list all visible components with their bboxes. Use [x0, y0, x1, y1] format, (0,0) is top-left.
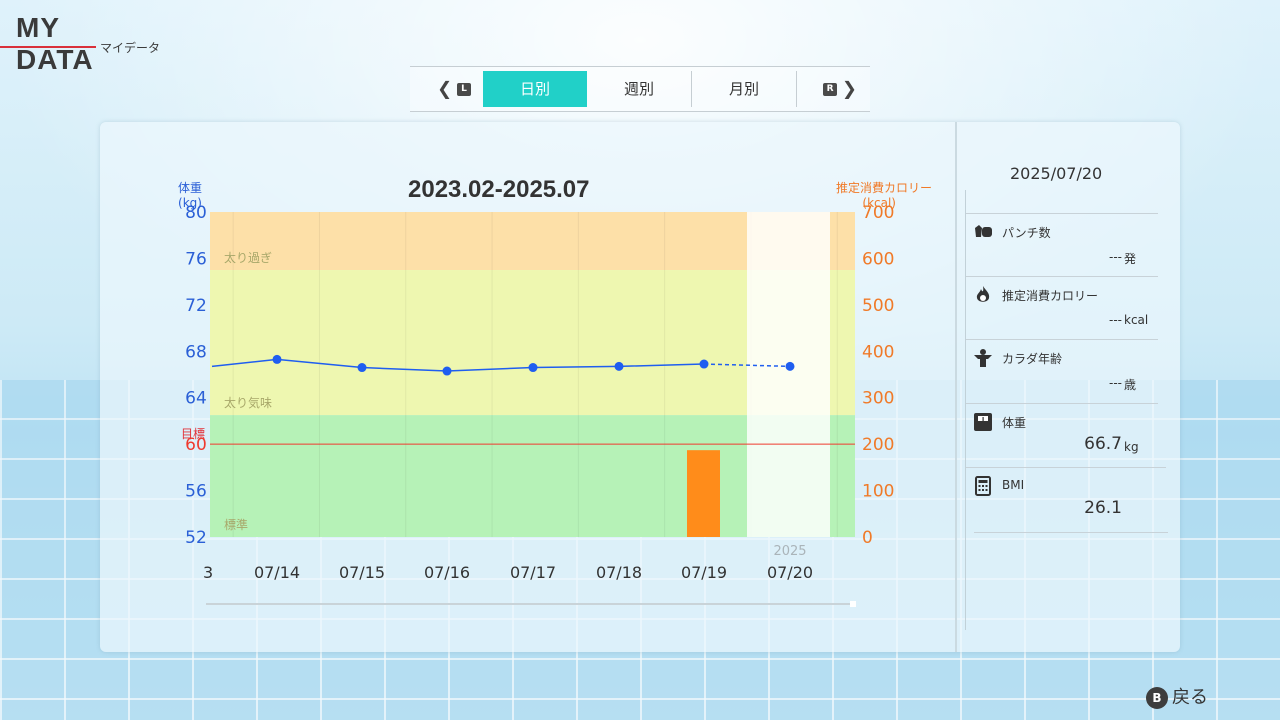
year-label: 2025	[773, 544, 806, 559]
x-axis-tick: 07/14	[254, 563, 300, 582]
x-axis-tick: 07/18	[596, 563, 642, 582]
left-axis-tick: 52	[185, 528, 207, 548]
info-unit: 歳	[1124, 378, 1137, 392]
body-age-icon	[974, 349, 992, 367]
right-axis-tick: 0	[862, 528, 873, 548]
left-axis-tick: 64	[185, 389, 207, 409]
weight-point	[614, 361, 624, 371]
left-axis-tick: 76	[185, 249, 207, 269]
x-axis-tick: 3	[203, 563, 213, 582]
calculator-icon	[975, 476, 991, 496]
flame-icon	[976, 286, 990, 302]
info-value: ---	[1109, 313, 1122, 327]
info-unit: kg	[1124, 440, 1139, 454]
info-value: 66.7	[1084, 434, 1122, 454]
x-axis-tick: 07/15	[339, 563, 385, 582]
info-value: ---	[1109, 376, 1122, 390]
zone-label: 太り気味	[224, 395, 272, 410]
x-axis-tick: 07/17	[510, 563, 556, 582]
info-unit: 発	[1124, 252, 1137, 266]
info-row-body-age: カラダ年齢 --- 歳	[966, 339, 1158, 402]
info-label: パンチ数	[1002, 226, 1051, 240]
x-axis-tick: 07/19	[681, 563, 727, 582]
back-label: 戻る	[1172, 687, 1208, 708]
chart-scrollbar[interactable]	[206, 601, 856, 607]
right-axis-tick: 300	[862, 389, 894, 409]
right-axis-tick: 200	[862, 435, 894, 455]
zone-label: 太り過ぎ	[224, 250, 272, 265]
info-label: BMI	[1002, 478, 1025, 492]
left-axis-tick: 56	[185, 482, 207, 502]
weight-point	[442, 366, 452, 376]
weight-point	[357, 363, 367, 373]
info-value: ---	[1109, 250, 1122, 264]
punch-icon	[975, 225, 992, 237]
right-axis-tick: 400	[862, 342, 894, 362]
scale-icon	[974, 413, 992, 431]
weight-point	[699, 359, 709, 369]
right-axis-tick: 700	[862, 203, 894, 223]
weight-point	[272, 354, 282, 364]
info-row-calories: 推定消費カロリー --- kcal	[966, 276, 1158, 339]
info-row-punches: パンチ数 --- 発	[966, 213, 1158, 276]
info-bottom-rule	[974, 532, 1168, 533]
info-unit: kcal	[1124, 313, 1149, 327]
calorie-bar	[687, 450, 720, 537]
scroll-thumb[interactable]	[850, 601, 856, 607]
info-value: 26.1	[1084, 498, 1122, 518]
x-axis-tick: 07/16	[424, 563, 470, 582]
info-label: 推定消費カロリー	[1002, 289, 1099, 303]
zone-label: 標準	[224, 517, 248, 532]
left-axis-tick: 60	[185, 435, 207, 455]
right-axis-tick: 100	[862, 482, 894, 502]
left-axis-tick: 72	[185, 296, 207, 316]
info-label: 体重	[1002, 416, 1027, 430]
right-axis-tick: 500	[862, 296, 894, 316]
x-axis-tick: 07/20	[767, 563, 813, 582]
selected-date: 2025/07/20	[1010, 164, 1103, 183]
right-axis-tick: 600	[862, 249, 894, 269]
left-axis-tick: 80	[185, 203, 207, 223]
weight-point	[528, 363, 538, 373]
info-label: カラダ年齢	[1002, 352, 1063, 366]
b-button-icon: B	[1146, 687, 1168, 709]
selected-column-highlight	[747, 212, 830, 537]
left-axis-tick: 68	[185, 342, 207, 362]
back-button[interactable]: B 戻る	[1146, 683, 1208, 709]
weight-point	[785, 361, 795, 371]
info-row-bmi: BMI 26.1	[966, 467, 1166, 530]
info-row-weight: 体重 66.7 kg	[966, 403, 1158, 466]
